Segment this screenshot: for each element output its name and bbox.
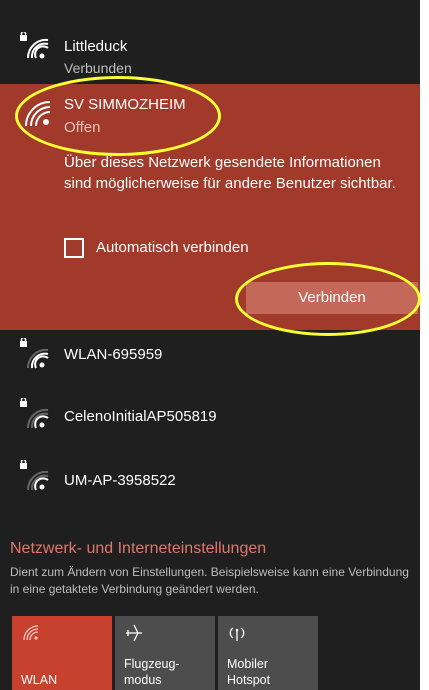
wifi-icon xyxy=(23,625,39,641)
tile-wlan[interactable]: WLAN xyxy=(12,616,112,690)
network-item-wlan-695959[interactable]: WLAN-695959 xyxy=(0,332,420,392)
network-settings-section: Netzwerk- und Interneteinstellungen Dien… xyxy=(10,540,415,598)
hotspot-icon xyxy=(229,627,245,641)
network-name: WLAN-695959 xyxy=(64,346,163,363)
network-status: Offen xyxy=(64,119,101,136)
wifi-icon xyxy=(25,101,51,127)
checkbox-icon[interactable] xyxy=(64,238,84,258)
tile-airplane-mode[interactable]: Flugzeug- modus xyxy=(115,616,215,690)
network-status: Verbunden xyxy=(64,60,132,76)
auto-connect-label: Automatisch verbinden xyxy=(96,239,249,256)
network-item-um-ap[interactable]: UM-AP-3958522 xyxy=(0,454,420,514)
background-edge xyxy=(420,0,429,690)
tile-label: WLAN xyxy=(21,673,58,687)
network-settings-link[interactable]: Netzwerk- und Interneteinstellungen xyxy=(10,540,415,558)
network-name: SV SIMMOZHEIM xyxy=(64,96,186,113)
network-item-sv-simmozheim-expanded[interactable]: SV SIMMOZHEIM Offen Über dieses Netzwerk… xyxy=(0,84,420,330)
wifi-flyout: Littleduck Verbunden SV SIMMOZHEIM Offen… xyxy=(0,0,429,690)
tile-mobile-hotspot[interactable]: Mobiler Hotspot xyxy=(218,616,318,690)
connect-button[interactable]: Verbinden xyxy=(246,282,418,314)
wifi-secured-icon xyxy=(20,338,49,369)
network-name: CelenoInitialAP505819 xyxy=(64,408,217,425)
wifi-secured-icon xyxy=(20,460,49,491)
wifi-secured-icon xyxy=(20,398,49,429)
tile-label: Flugzeug- modus xyxy=(124,657,180,687)
wifi-secured-icon xyxy=(20,32,49,59)
airplane-icon xyxy=(126,624,142,642)
network-item-littleduck[interactable]: Littleduck Verbunden xyxy=(0,26,420,86)
network-settings-description: Dient zum Ändern von Einstellungen. Beis… xyxy=(10,565,409,596)
security-warning-text: Über dieses Netzwerk gesendete Informati… xyxy=(64,154,396,192)
network-name: Littleduck xyxy=(64,38,128,55)
network-name: UM-AP-3958522 xyxy=(64,472,176,489)
tile-label: Mobiler Hotspot xyxy=(227,657,271,687)
network-item-celeno[interactable]: CelenoInitialAP505819 xyxy=(0,392,420,452)
